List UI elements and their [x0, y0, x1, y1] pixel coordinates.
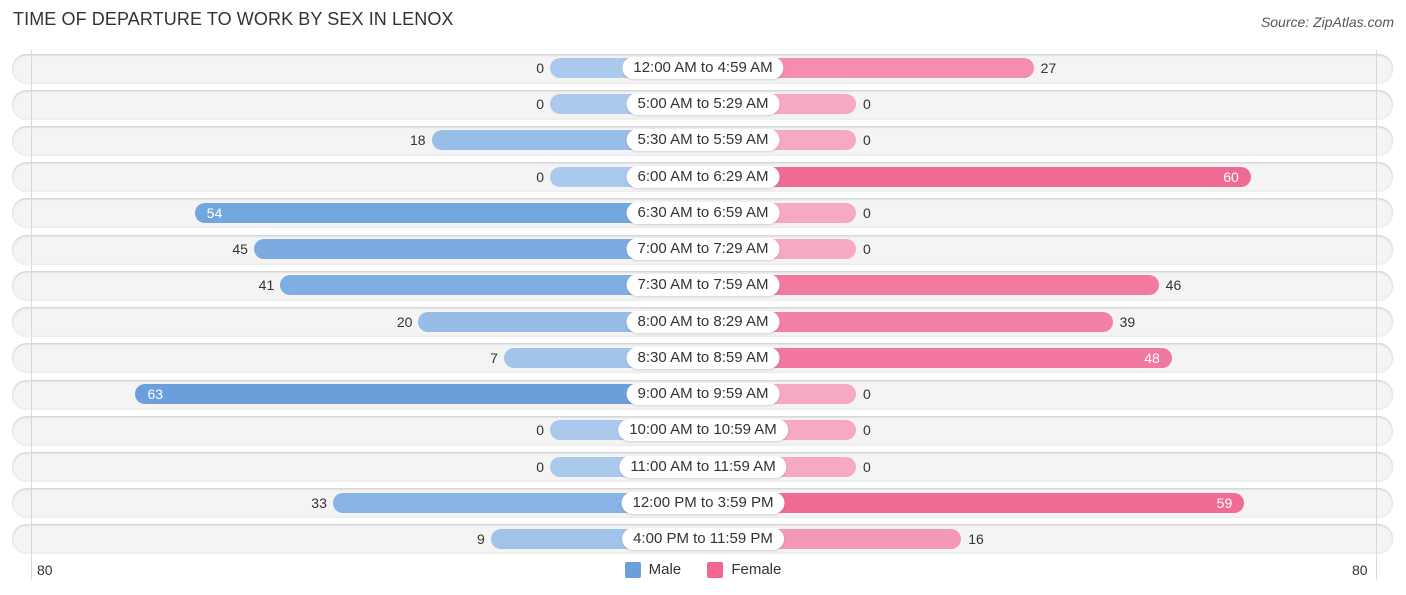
legend-label-female: Female: [731, 561, 782, 578]
value-label-female: 39: [1119, 313, 1136, 330]
female-swatch-icon: [707, 561, 724, 578]
value-label-female: 0: [863, 422, 871, 439]
value-label-male: 41: [258, 277, 275, 294]
category-label: 8:00 AM to 8:29 AM: [626, 310, 780, 333]
value-label-female: 0: [863, 96, 871, 113]
category-label: 4:00 PM to 11:59 PM: [622, 527, 784, 550]
category-label: 6:00 AM to 6:29 AM: [626, 165, 780, 188]
category-label: 5:00 AM to 5:29 AM: [626, 93, 780, 116]
legend-label-male: Male: [648, 561, 682, 578]
male-swatch-icon: [624, 561, 641, 578]
category-label: 10:00 AM to 10:59 AM: [618, 419, 788, 442]
value-label-male: 7: [490, 349, 498, 366]
category-label: 6:30 AM to 6:59 AM: [626, 201, 780, 224]
category-label: 12:00 PM to 3:59 PM: [621, 491, 785, 514]
value-label-female: 0: [863, 458, 871, 475]
category-label: 9:00 AM to 9:59 AM: [626, 383, 780, 406]
value-label-female: 0: [863, 241, 871, 258]
source-label: Source: ZipAtlas.com: [1260, 14, 1394, 30]
value-label-male: 0: [536, 168, 544, 185]
value-label-male: 9: [476, 530, 485, 547]
value-label-male: 18: [409, 132, 426, 149]
legend-item-female[interactable]: Female: [707, 561, 781, 578]
chart-title: TIME OF DEPARTURE TO WORK BY SEX IN LENO…: [13, 9, 454, 29]
value-label-male: 33: [311, 494, 327, 511]
value-label-male: 54: [206, 204, 223, 221]
bar-male[interactable]: [135, 384, 703, 405]
value-label-female: 0: [863, 386, 871, 403]
category-label: 7:00 AM to 7:29 AM: [626, 238, 780, 261]
value-label-male: 0: [536, 458, 544, 475]
category-label: 12:00 AM to 4:59 AM: [622, 57, 784, 79]
value-label-male: 0: [536, 60, 544, 76]
value-label-female: 27: [1040, 60, 1057, 76]
right-axis-line: [1376, 50, 1377, 580]
value-label-male: 0: [536, 96, 544, 113]
category-label: 7:30 AM to 7:59 AM: [626, 274, 780, 297]
value-label-female: 60: [1223, 168, 1239, 185]
value-label-female: 0: [863, 204, 871, 221]
value-label-female: 16: [968, 530, 984, 547]
category-label: 11:00 AM to 11:59 AM: [619, 455, 787, 478]
value-label-male: 45: [232, 241, 248, 258]
value-label-male: 20: [396, 313, 413, 330]
value-label-female: 59: [1216, 494, 1233, 511]
value-label-female: 46: [1165, 277, 1182, 294]
value-label-female: 0: [863, 132, 871, 149]
category-label: 5:30 AM to 5:59 AM: [626, 129, 780, 152]
value-label-male: 0: [536, 422, 544, 439]
value-label-female: 48: [1144, 349, 1160, 366]
bar-female[interactable]: [703, 166, 1251, 187]
category-label: 8:30 AM to 8:59 AM: [626, 346, 780, 369]
legend-item-male[interactable]: Male: [624, 561, 682, 578]
left-axis-line: [31, 50, 32, 580]
value-label-male: 63: [147, 386, 164, 403]
legend: Male Female: [0, 561, 1406, 582]
